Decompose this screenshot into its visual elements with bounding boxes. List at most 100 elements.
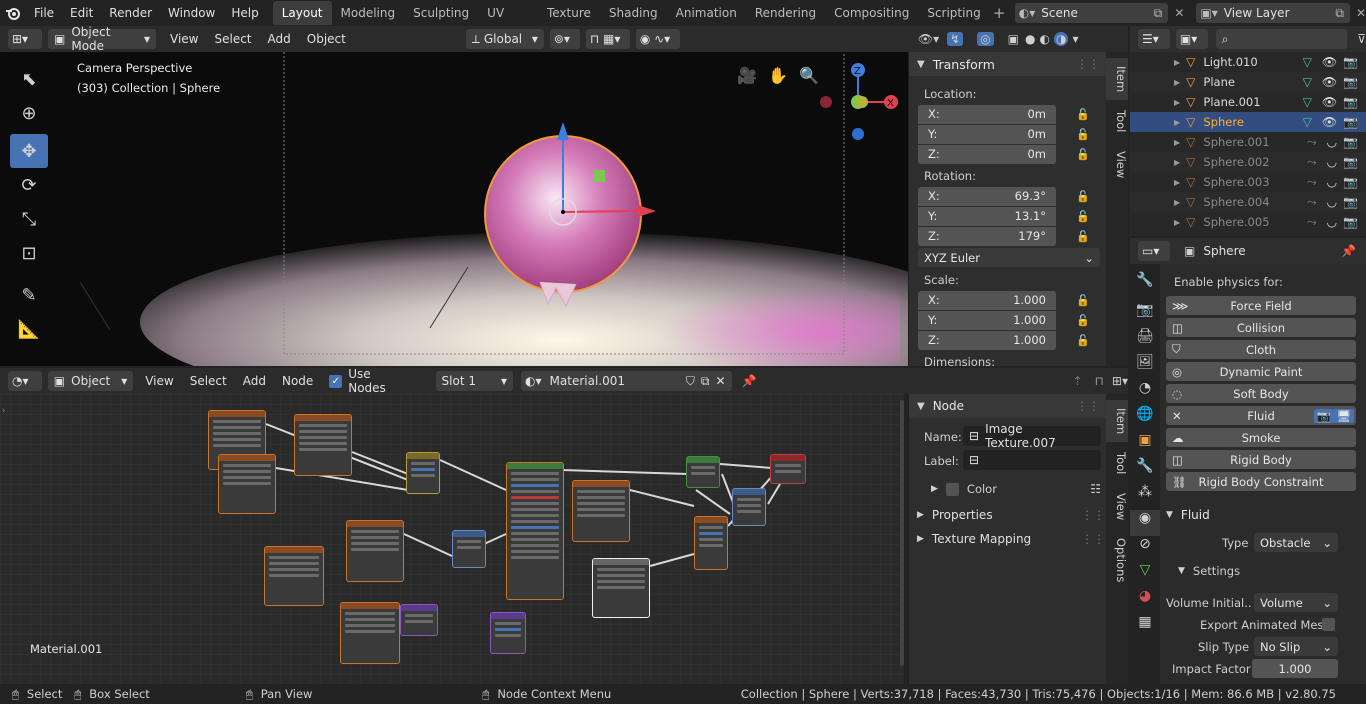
node-bump[interactable] — [490, 612, 526, 654]
settings-subpanel-header[interactable]: ▼ Settings — [1178, 564, 1240, 578]
scale-field[interactable]: Y: 1.000 — [918, 310, 1056, 330]
close-icon[interactable]: ✕ — [1172, 409, 1182, 423]
lock-icon[interactable]: 🔓 — [1076, 294, 1090, 307]
data-tab-icon[interactable]: ▽ — [1130, 562, 1160, 588]
camera-icon[interactable]: 📷 — [1343, 215, 1358, 229]
outliner-item[interactable]: ▶ ▽ Plane ▽ 👁 📷 — [1130, 72, 1366, 92]
view-layer-tab-icon[interactable]: 🖼 — [1130, 354, 1160, 380]
physics-rigid-body-button[interactable]: ◫ Rigid Body — [1166, 450, 1356, 469]
visibility-icon[interactable]: 👁▾ — [918, 32, 939, 46]
blender-logo-icon[interactable] — [0, 0, 26, 26]
annotate-tool-icon[interactable]: ✎ — [10, 278, 48, 312]
tab-modeling[interactable]: Modeling — [332, 1, 405, 25]
lock-icon[interactable]: 🔓 — [1076, 128, 1090, 141]
toolbar-expand-icon[interactable]: › — [2, 406, 6, 416]
physics-force-field-button[interactable]: ⋙ Force Field — [1166, 296, 1356, 315]
node-menu-add[interactable]: Add — [235, 368, 274, 394]
node-label-field[interactable]: ⊟ — [963, 450, 1101, 470]
node-image-texture[interactable] — [294, 414, 352, 476]
sidebar-tab-view[interactable]: View — [1106, 143, 1128, 186]
expand-arrow-icon[interactable]: ▶ — [1174, 118, 1180, 127]
properties-subpanel[interactable]: ▶ Properties ⋮⋮ — [917, 508, 1105, 522]
physics-tab-icon[interactable]: ◉ — [1130, 510, 1160, 536]
lock-icon[interactable]: 🔓 — [1076, 314, 1090, 327]
viewport-menu-object[interactable]: Object — [299, 26, 354, 52]
type-dropdown[interactable]: Obstacle ⌄ — [1254, 533, 1338, 552]
rotation-field[interactable]: Z: 179° — [918, 226, 1056, 246]
location-field[interactable]: Y: 0m — [918, 124, 1056, 144]
physics-cloth-button[interactable]: ⛉ Cloth — [1166, 340, 1356, 359]
camera-icon[interactable]: 📷 — [1343, 175, 1358, 189]
tab-animation[interactable]: Animation — [667, 1, 746, 25]
outliner-item[interactable]: ▶ ▽ Sphere.002 ⤳ ◡ 📷 — [1130, 152, 1366, 172]
shading-rendered-icon[interactable]: ◑ — [1053, 32, 1069, 46]
node-name-field[interactable]: ⊟ Image Texture.007 — [963, 422, 1101, 450]
material-tab-icon[interactable]: ◕ — [1130, 588, 1160, 614]
impact-factor-field[interactable]: 1.000 — [1252, 659, 1338, 678]
menu-help[interactable]: Help — [223, 0, 266, 26]
lock-icon[interactable]: 🔓 — [1076, 230, 1090, 243]
menu-file[interactable]: File — [26, 0, 62, 26]
expand-arrow-icon[interactable]: ▶ — [1174, 198, 1180, 207]
viewport-menu-view[interactable]: View — [162, 26, 206, 52]
volume-dropdown[interactable]: Volume ⌄ — [1254, 593, 1338, 612]
node-mix[interactable] — [406, 452, 440, 494]
menu-window[interactable]: Window — [160, 0, 223, 26]
scene-selector[interactable]: ◐▾ Scene ⧉ — [1014, 3, 1169, 23]
color-checkbox[interactable] — [945, 482, 959, 496]
world-tab-icon[interactable]: 🌐 — [1130, 406, 1160, 432]
physics-rigid-body-constraint-button[interactable]: ⛓ Rigid Body Constraint — [1166, 472, 1356, 491]
pin-icon[interactable]: 📌 — [742, 374, 757, 388]
cursor-tool-icon[interactable]: ⊕ — [10, 96, 48, 130]
sidebar-tab-tool[interactable]: Tool — [1106, 444, 1128, 482]
scene-tab-icon[interactable]: ◔ — [1130, 380, 1160, 406]
lock-icon[interactable]: 🔓 — [1076, 210, 1090, 223]
camera-icon[interactable]: 📷 — [1343, 95, 1358, 109]
eye-hidden-icon[interactable]: ◡ — [1327, 175, 1337, 189]
eye-hidden-icon[interactable]: ◡ — [1327, 215, 1337, 229]
node-image-texture[interactable] — [340, 602, 400, 664]
tool-tab-icon[interactable]: 🔧 — [1130, 272, 1160, 298]
node-image-texture[interactable] — [346, 520, 404, 582]
render-toggle-icon[interactable]: 📷 — [1313, 408, 1334, 423]
snap-toggle[interactable]: ⊓ ▦▾ — [585, 29, 630, 49]
eye-hidden-icon[interactable]: ◡ — [1327, 195, 1337, 209]
snap-icon[interactable]: ⊓ — [1095, 374, 1104, 388]
outliner-item[interactable]: ▶ ▽ Sphere.001 ⤳ ◡ 📷 — [1130, 132, 1366, 152]
node-image-texture[interactable] — [572, 480, 630, 542]
physics-collision-button[interactable]: ◫ Collision — [1166, 318, 1356, 337]
properties-editor-type[interactable]: ▭▾ — [1138, 241, 1170, 261]
sidebar-tab-item[interactable]: Item — [1106, 58, 1128, 101]
particles-tab-icon[interactable]: ⁂ — [1130, 484, 1160, 510]
eye-icon[interactable]: 👁 — [1322, 95, 1337, 109]
copy-scene-icon[interactable]: ⧉ — [1154, 6, 1163, 21]
tab-layout[interactable]: Layout — [272, 1, 332, 25]
camera-icon[interactable]: 📷 — [1343, 135, 1358, 149]
shading-material-icon[interactable]: ◐ — [1039, 32, 1049, 46]
scale-field[interactable]: Z: 1.000 — [918, 330, 1056, 350]
parent-node-icon[interactable]: ⇡ — [1072, 374, 1082, 388]
expand-arrow-icon[interactable]: ▶ — [1174, 78, 1180, 87]
drag-handle-icon[interactable]: ⋮⋮ — [1081, 508, 1105, 522]
fluid-section-header[interactable]: ▼ Fluid — [1160, 504, 1366, 526]
scale-field[interactable]: X: 1.000 — [918, 290, 1056, 310]
outliner-display-mode[interactable]: ▣▾ — [1175, 29, 1208, 49]
pin-icon[interactable]: 📌 — [1341, 244, 1356, 258]
node-menu-node[interactable]: Node — [274, 368, 321, 394]
tab-texture-paint[interactable]: Texture Paint — [538, 1, 600, 44]
node-material-output[interactable] — [770, 454, 806, 484]
xray-icon[interactable]: ▣ — [1008, 32, 1019, 46]
shader-type-dropdown[interactable]: ▣ Object ▾ — [47, 371, 134, 391]
outliner-item[interactable]: ▶ ▽ Sphere.003 ⤳ ◡ 📷 — [1130, 172, 1366, 192]
rotate-tool-icon[interactable]: ⟳ — [10, 168, 48, 202]
sidebar-tab-tool[interactable]: Tool — [1106, 102, 1128, 140]
outliner-item[interactable]: ▶ ▽ Sphere.005 ⤳ ◡ 📷 — [1130, 212, 1366, 232]
node-mix-shader[interactable] — [732, 488, 766, 526]
eye-hidden-icon[interactable]: ◡ — [1327, 155, 1337, 169]
material-selector[interactable]: ◐▾ Material.001 ⛉ ⧉ ✕ — [521, 371, 732, 391]
location-field[interactable]: Z: 0m — [918, 144, 1056, 164]
node-image-texture[interactable] — [264, 546, 324, 606]
outliner-item[interactable]: ▶ ▽ Plane.001 ▽ 👁 📷 — [1130, 92, 1366, 112]
menu-render[interactable]: Render — [101, 0, 160, 26]
render-tab-icon[interactable]: 📷 — [1130, 302, 1160, 328]
